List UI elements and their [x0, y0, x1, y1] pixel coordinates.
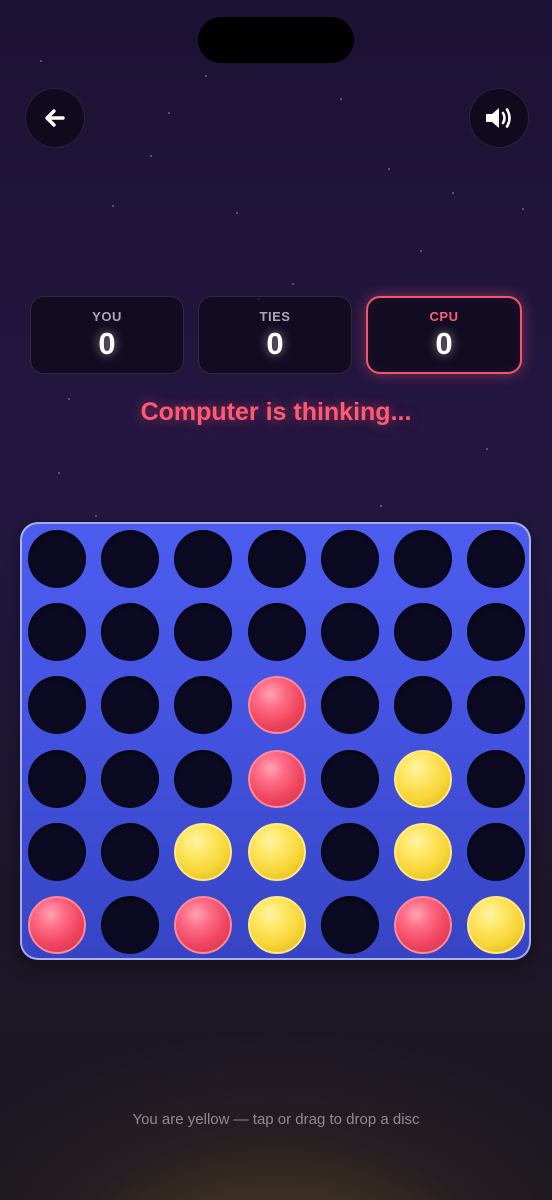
board-cell-r3-c2[interactable] [101, 676, 160, 735]
board-cell-r2-c1[interactable] [28, 603, 86, 662]
score-label-you: YOU [92, 309, 122, 324]
board-cell-r5-c5[interactable] [320, 822, 379, 881]
board-cell-r4-c7[interactable] [467, 749, 526, 808]
sound-toggle-button[interactable] [469, 88, 529, 148]
board-cell-r6-c7[interactable] [467, 896, 526, 954]
board-cell-r1-c7[interactable] [467, 530, 526, 588]
board-cell-r6-c6[interactable] [394, 896, 452, 954]
red-disc [174, 896, 233, 954]
red-disc [247, 676, 306, 735]
score-value-you: 0 [98, 326, 116, 361]
board-cell-r1-c2[interactable] [101, 530, 160, 588]
board-cell-r6-c1[interactable] [28, 896, 86, 954]
device-notch [198, 17, 354, 63]
board-cell-r2-c6[interactable] [394, 603, 452, 662]
yellow-disc [174, 822, 233, 881]
board-cell-r6-c3[interactable] [174, 896, 233, 954]
game-board[interactable] [20, 522, 531, 960]
board-cell-r5-c1[interactable] [28, 822, 86, 881]
board-cell-r3-c1[interactable] [28, 676, 86, 735]
yellow-disc [467, 896, 526, 954]
board-cell-r2-c2[interactable] [101, 603, 160, 662]
red-disc [394, 896, 452, 954]
board-cell-r1-c3[interactable] [174, 530, 233, 588]
score-value-cpu: 0 [435, 326, 453, 361]
red-disc [28, 896, 86, 954]
board-cell-r4-c1[interactable] [28, 749, 86, 808]
board-cell-r3-c4[interactable] [247, 676, 306, 735]
board-cell-r6-c2[interactable] [101, 896, 160, 954]
board-cell-r2-c3[interactable] [174, 603, 233, 662]
yellow-disc [247, 822, 306, 881]
board-cell-r2-c7[interactable] [467, 603, 526, 662]
score-card-ties: TIES 0 [198, 296, 352, 374]
board-cell-r1-c1[interactable] [28, 530, 86, 588]
board-cell-r6-c4[interactable] [247, 896, 306, 954]
score-label-ties: TIES [259, 309, 291, 324]
yellow-disc [247, 896, 306, 954]
score-card-cpu: CPU 0 [366, 296, 522, 374]
yellow-disc [394, 749, 452, 808]
back-button[interactable] [25, 88, 85, 148]
board-cell-r2-c4[interactable] [247, 603, 306, 662]
speaker-volume-icon [483, 104, 515, 132]
board-cell-r4-c3[interactable] [174, 749, 233, 808]
board-cell-r3-c5[interactable] [320, 676, 379, 735]
score-value-ties: 0 [266, 326, 284, 361]
board-cell-r2-c5[interactable] [320, 603, 379, 662]
board-cell-r3-c7[interactable] [467, 676, 526, 735]
turn-status: Computer is thinking... [140, 398, 412, 426]
board-cell-r1-c5[interactable] [320, 530, 379, 588]
red-disc [247, 749, 306, 808]
board-cell-r5-c7[interactable] [467, 822, 526, 881]
instruction-hint: You are yellow — tap or drag to drop a d… [132, 1111, 420, 1128]
scoreboard: YOU 0 TIES 0 CPU 0 [30, 296, 522, 376]
board-cell-r3-c3[interactable] [174, 676, 233, 735]
board-cell-r5-c2[interactable] [101, 822, 160, 881]
arrow-left-icon [41, 104, 69, 132]
board-cell-r4-c4[interactable] [247, 749, 306, 808]
board-cell-r5-c6[interactable] [394, 822, 452, 881]
board-cell-r3-c6[interactable] [394, 676, 452, 735]
board-cell-r4-c2[interactable] [101, 749, 160, 808]
board-cell-r6-c5[interactable] [320, 896, 379, 954]
board-cell-r4-c6[interactable] [394, 749, 452, 808]
board-cell-r4-c5[interactable] [320, 749, 379, 808]
score-label-cpu: CPU [429, 309, 459, 324]
board-cell-r5-c4[interactable] [247, 822, 306, 881]
board-cell-r5-c3[interactable] [174, 822, 233, 881]
board-cell-r1-c6[interactable] [394, 530, 452, 588]
board-cell-r1-c4[interactable] [247, 530, 306, 588]
yellow-disc [394, 822, 452, 881]
score-card-you: YOU 0 [30, 296, 184, 374]
